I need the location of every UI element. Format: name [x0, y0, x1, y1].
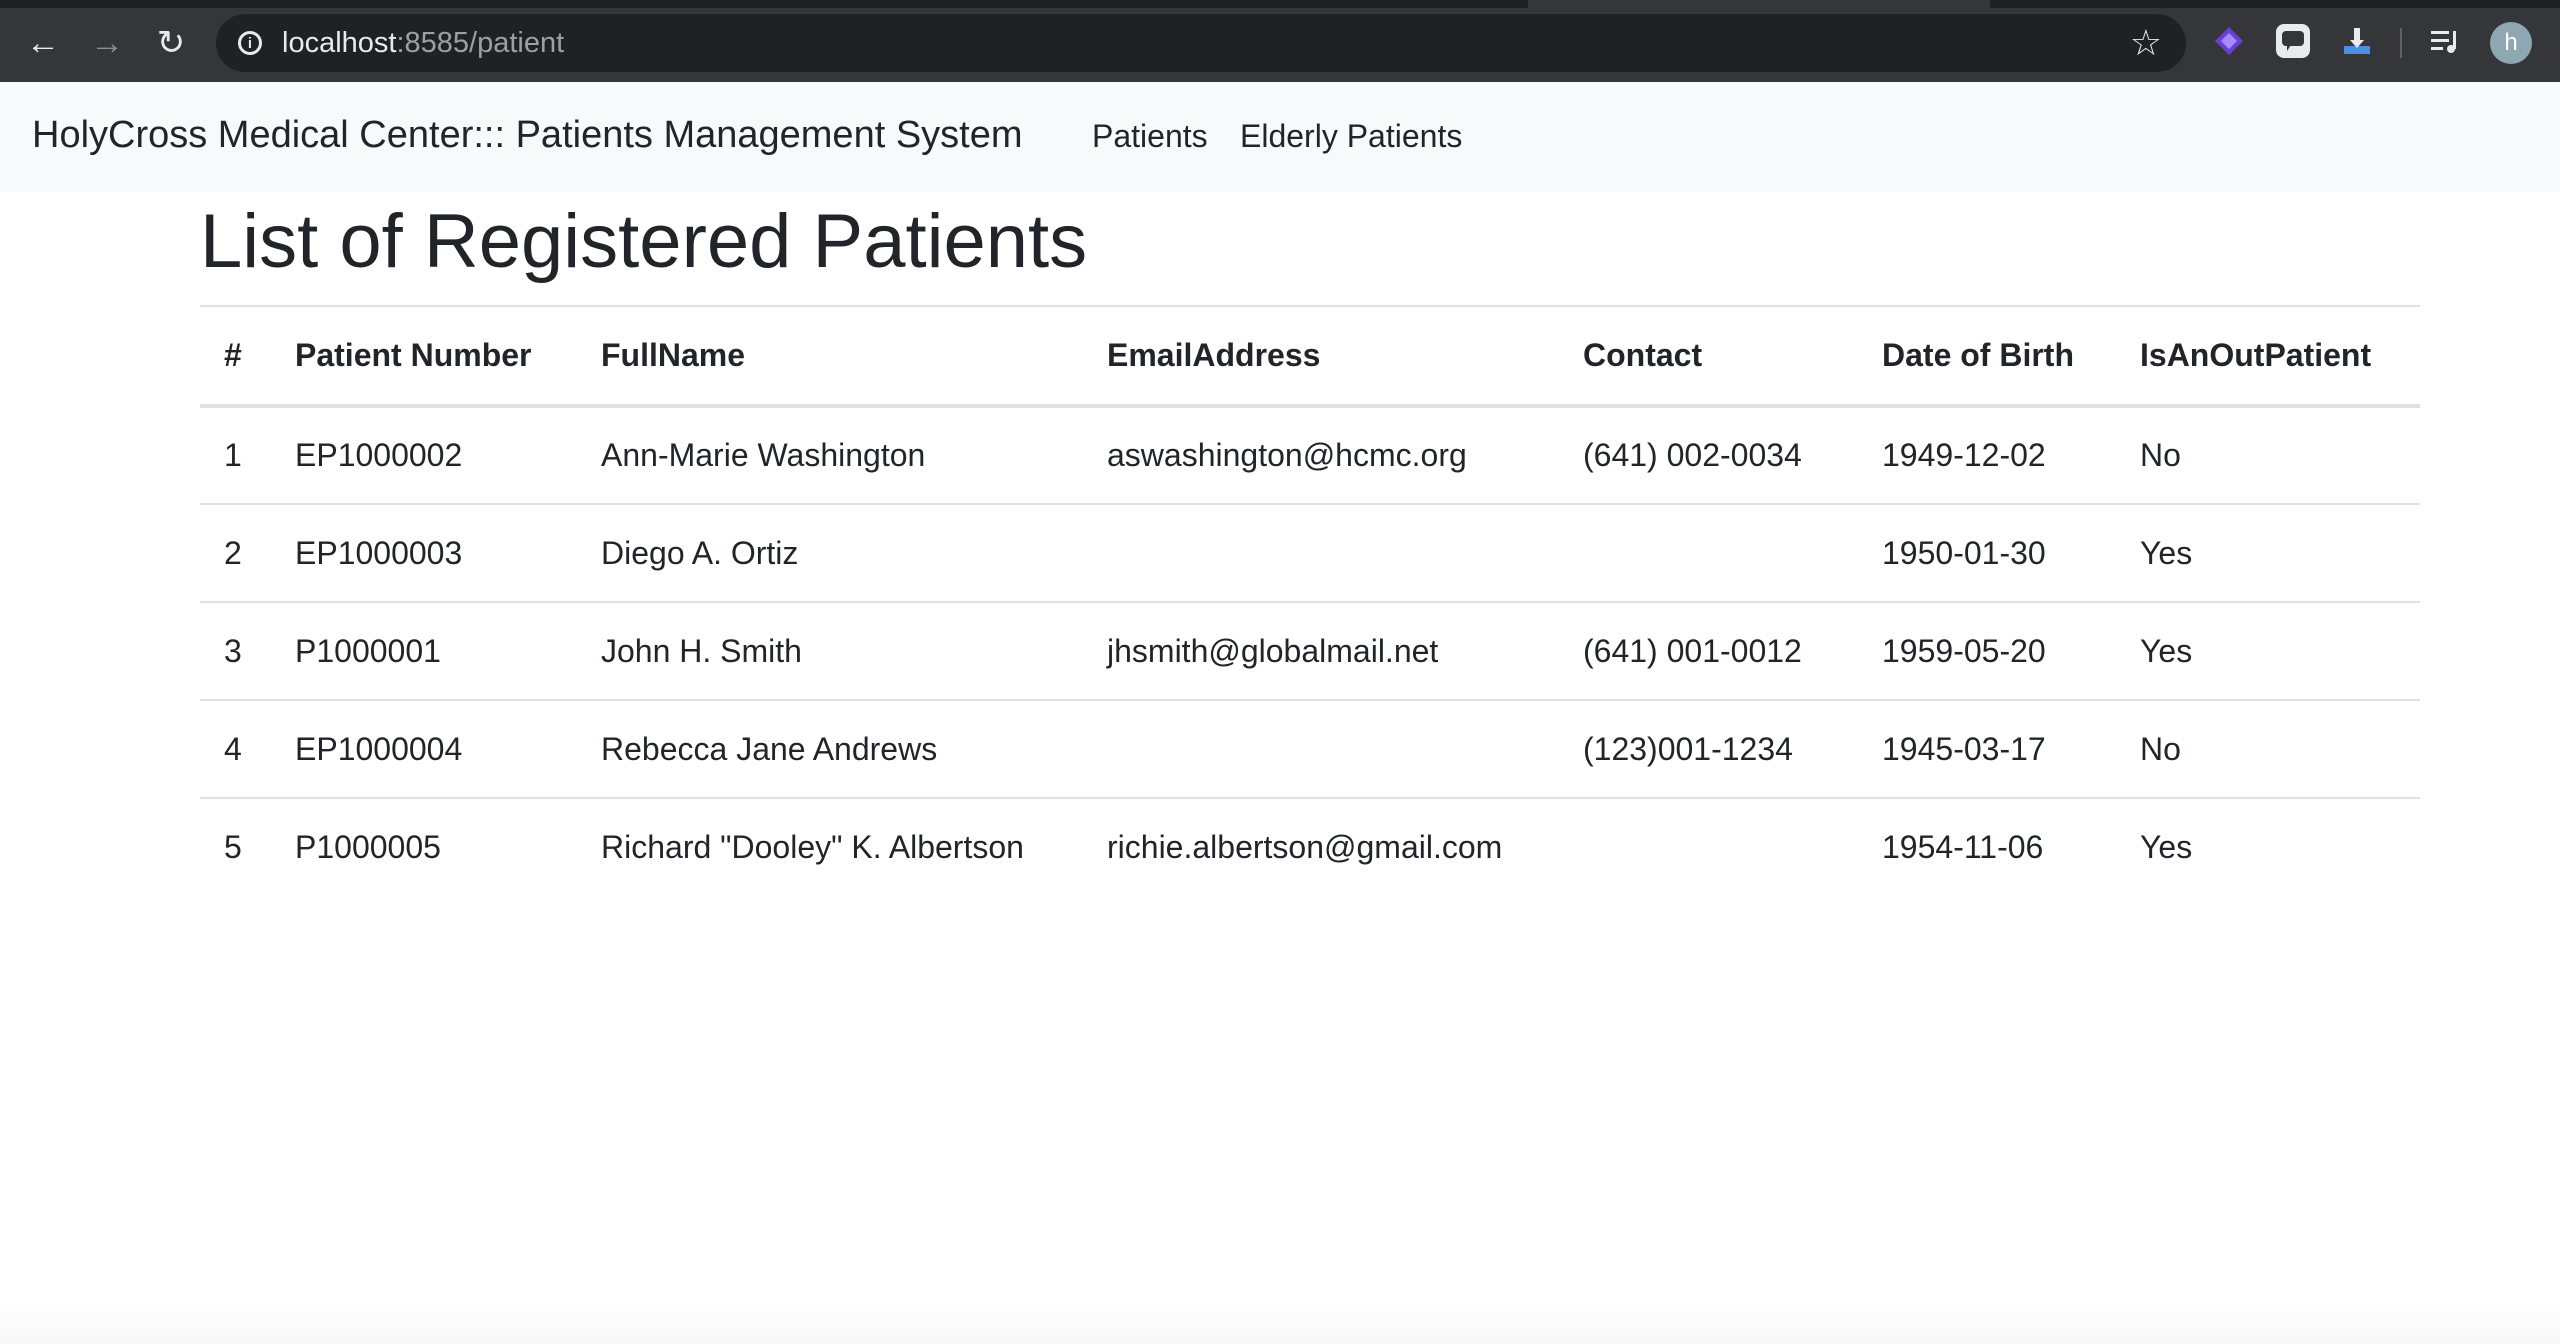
- page-bottom-edge: [0, 1305, 2560, 1344]
- cell-patient-number: EP1000003: [295, 534, 463, 571]
- extension-diamond-icon[interactable]: [2212, 24, 2246, 58]
- patients-table: # Patient Number FullName EmailAddress C…: [200, 305, 2420, 896]
- cell-index: 4: [224, 730, 242, 767]
- brand-title[interactable]: HolyCross Medical Center::: Patients Man…: [32, 114, 1023, 157]
- column-header-index: #: [224, 337, 242, 373]
- cell-contact: (123)001-1234: [1583, 730, 1793, 767]
- column-header-dob: Date of Birth: [1882, 337, 2074, 373]
- cell-email: richie.albertson@gmail.com: [1107, 829, 1503, 865]
- browser-tab[interactable]: [1528, 0, 1990, 8]
- cell-outpatient: Yes: [2140, 534, 2193, 571]
- browser-toolbar: ← → ↻ i localhost:8585/patient ☆ h: [0, 0, 2560, 82]
- cell-contact: [1559, 504, 1858, 602]
- nav-link-elderly-patients[interactable]: Elderly Patients: [1240, 118, 1462, 155]
- reload-icon[interactable]: ↻: [148, 20, 194, 66]
- table-row: 5 P1000005 Richard "Dooley" K. Albertson…: [200, 798, 2420, 896]
- cell-email: [1083, 504, 1559, 602]
- cell-contact: (641) 001-0012: [1583, 632, 1802, 669]
- cell-outpatient: Yes: [2140, 632, 2193, 669]
- cell-contact: (641) 002-0034: [1583, 437, 1802, 473]
- cell-fullname: John H. Smith: [601, 632, 802, 669]
- extension-download-icon[interactable]: [2340, 24, 2374, 58]
- page-title: List of Registered Patients: [200, 199, 1088, 284]
- cell-email: jhsmith@globalmail.net: [1107, 632, 1439, 669]
- tab-strip: [0, 0, 2560, 8]
- table-row: 3 P1000001 John H. Smith jhsmith@globalm…: [200, 602, 2420, 700]
- cell-index: 3: [224, 632, 242, 669]
- table-row: 2 EP1000003 Diego A. Ortiz 1950-01-30 Ye…: [200, 504, 2420, 602]
- cell-dob: 1959-05-20: [1882, 632, 2046, 669]
- cell-patient-number: P1000005: [295, 829, 441, 865]
- url-host: localhost: [282, 26, 397, 59]
- column-header-outpatient: IsAnOutPatient: [2140, 337, 2372, 373]
- cell-dob: 1954-11-06: [1882, 829, 2044, 865]
- cell-index: 2: [224, 534, 242, 571]
- cell-outpatient: Yes: [2140, 829, 2193, 865]
- nav-link-patients[interactable]: Patients: [1092, 118, 1208, 155]
- site-info-icon[interactable]: i: [238, 31, 262, 55]
- url-text[interactable]: localhost:8585/patient: [282, 27, 564, 60]
- patients-table-container: # Patient Number FullName EmailAddress C…: [200, 305, 2420, 896]
- cell-outpatient: No: [2140, 730, 2181, 767]
- cell-patient-number: EP1000004: [295, 730, 463, 767]
- column-header-email: EmailAddress: [1107, 337, 1321, 373]
- back-icon[interactable]: ←: [20, 20, 66, 66]
- cell-contact: [1559, 798, 1858, 896]
- cell-outpatient: No: [2140, 437, 2181, 473]
- cell-patient-number: EP1000002: [295, 437, 463, 473]
- table-row: 1 EP1000002 Ann-Marie Washington aswashi…: [200, 406, 2420, 504]
- cell-fullname: Rebecca Jane Andrews: [601, 730, 938, 767]
- forward-icon[interactable]: →: [84, 20, 130, 66]
- cell-email: [1083, 700, 1559, 798]
- cell-fullname: Diego A. Ortiz: [601, 534, 799, 571]
- cell-dob: 1945-03-17: [1882, 730, 2046, 767]
- cell-fullname: Ann-Marie Washington: [601, 437, 926, 473]
- address-bar[interactable]: i localhost:8585/patient ☆: [216, 14, 2186, 72]
- cell-email: aswashington@hcmc.org: [1107, 437, 1467, 473]
- cell-index: 5: [224, 829, 242, 865]
- media-control-icon[interactable]: [2428, 24, 2462, 58]
- bookmark-star-icon[interactable]: ☆: [2130, 22, 2162, 64]
- column-header-contact: Contact: [1583, 337, 1703, 373]
- cell-patient-number: P1000001: [295, 632, 441, 669]
- column-header-fullname: FullName: [601, 337, 746, 373]
- site-navbar: HolyCross Medical Center::: Patients Man…: [0, 82, 2560, 192]
- column-header-patient-number: Patient Number: [295, 337, 532, 373]
- cell-dob: 1950-01-30: [1882, 534, 2046, 571]
- table-row: 4 EP1000004 Rebecca Jane Andrews (123)00…: [200, 700, 2420, 798]
- table-header-row: # Patient Number FullName EmailAddress C…: [200, 306, 2420, 406]
- cell-fullname: Richard "Dooley" K. Albertson: [601, 829, 1024, 865]
- extension-chat-icon[interactable]: [2276, 24, 2310, 58]
- cell-index: 1: [224, 437, 242, 473]
- toolbar-separator: [2400, 28, 2402, 58]
- url-path: :8585/patient: [396, 26, 565, 59]
- cell-dob: 1949-12-02: [1882, 437, 2046, 473]
- profile-avatar[interactable]: h: [2490, 22, 2532, 64]
